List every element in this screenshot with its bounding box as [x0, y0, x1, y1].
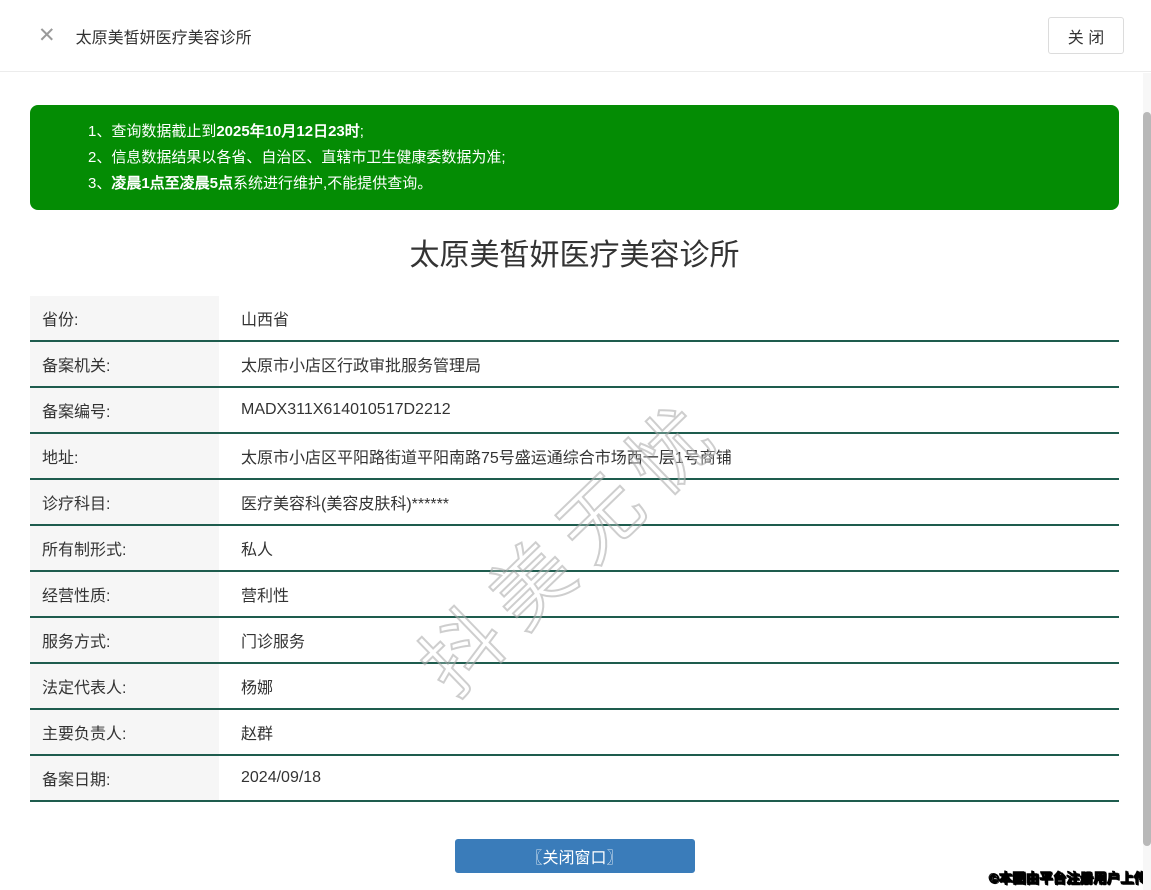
row-label: 诊疗科目: — [30, 480, 219, 524]
scrollbar-thumb[interactable] — [1143, 112, 1151, 846]
page-title: 太原美皙妍医疗美容诊所 — [409, 239, 740, 272]
row-label: 备案编号: — [30, 388, 219, 432]
info-table: 省份: 山西省 备案机关: 太原市小店区行政审批服务管理局 备案编号: MADX311X6… — [30, 296, 1119, 802]
table-row: 服务方式: 门诊服务 — [30, 618, 1119, 664]
notice-list: 1、查询数据截止到2025年10月12日23时; 2、信息数据结果以各省、自治区、… — [88, 119, 1099, 197]
row-value: 2024/09/18 — [219, 756, 1119, 800]
row-value: 私人 — [219, 526, 1119, 570]
notice-box: 1、查询数据截止到2025年10月12日23时; 2、信息数据结果以各省、自治区、… — [30, 105, 1119, 210]
row-value: 营利性 — [219, 572, 1119, 616]
row-label: 法定代表人: — [30, 664, 219, 708]
row-value: 太原市小店区行政审批服务管理局 — [219, 342, 1119, 386]
table-row: 诊疗科目: 医疗美容科(美容皮肤科)****** — [30, 480, 1119, 526]
close-x-icon[interactable]: ✕ — [38, 25, 56, 46]
table-row: 备案机关: 太原市小店区行政审批服务管理局 — [30, 342, 1119, 388]
table-row: 备案日期: 2024/09/18 — [30, 756, 1119, 802]
row-label: 备案日期: — [30, 756, 219, 800]
top-bar: ✕ 太原美皙妍医疗美容诊所 关 闭 — [0, 0, 1151, 72]
table-row: 所有制形式: 私人 — [30, 526, 1119, 572]
row-value: 山西省 — [219, 296, 1119, 340]
notice-line: 2、信息数据结果以各省、自治区、直辖市卫生健康委数据为准; — [88, 149, 506, 166]
row-label: 服务方式: — [30, 618, 219, 662]
table-row: 备案编号: MADX311X614010517D2212 — [30, 388, 1119, 434]
notice-line: 3、凌晨1点至凌晨5点系统进行维护,不能提供查询。 — [88, 175, 433, 192]
content-area: 1、查询数据截止到2025年10月12日23时; 2、信息数据结果以各省、自治区、… — [0, 72, 1143, 890]
row-value: 门诊服务 — [219, 618, 1119, 662]
row-label: 省份: — [30, 296, 219, 340]
button-row: 〖关闭窗口〗 — [30, 839, 1119, 873]
table-row: 法定代表人: 杨娜 — [30, 664, 1119, 710]
table-row: 主要负责人: 赵群 — [30, 710, 1119, 756]
corner-watermark: ©本图由平台注册用户上传 — [989, 871, 1148, 887]
close-button[interactable]: 关 闭 — [1048, 17, 1124, 54]
table-row: 经营性质: 营利性 — [30, 572, 1119, 618]
row-value: MADX311X614010517D2212 — [219, 388, 1119, 432]
row-label: 主要负责人: — [30, 710, 219, 754]
row-value: 医疗美容科(美容皮肤科)****** — [219, 480, 1119, 524]
row-value: 杨娜 — [219, 664, 1119, 708]
row-label: 备案机关: — [30, 342, 219, 386]
row-label: 所有制形式: — [30, 526, 219, 570]
window-title: 太原美皙妍医疗美容诊所 — [75, 29, 252, 47]
row-label: 地址: — [30, 434, 219, 478]
notice-line: 1、查询数据截止到2025年10月12日23时; — [88, 123, 364, 140]
table-row: 地址: 太原市小店区平阳路街道平阳南路75号盛运通综合市场西一层1号商铺 — [30, 434, 1119, 480]
row-label: 经营性质: — [30, 572, 219, 616]
row-value: 太原市小店区平阳路街道平阳南路75号盛运通综合市场西一层1号商铺 — [219, 434, 1119, 478]
scrollbar-track[interactable] — [1143, 73, 1151, 890]
close-window-button[interactable]: 〖关闭窗口〗 — [454, 839, 695, 873]
row-value: 赵群 — [219, 710, 1119, 754]
table-row: 省份: 山西省 — [30, 296, 1119, 342]
